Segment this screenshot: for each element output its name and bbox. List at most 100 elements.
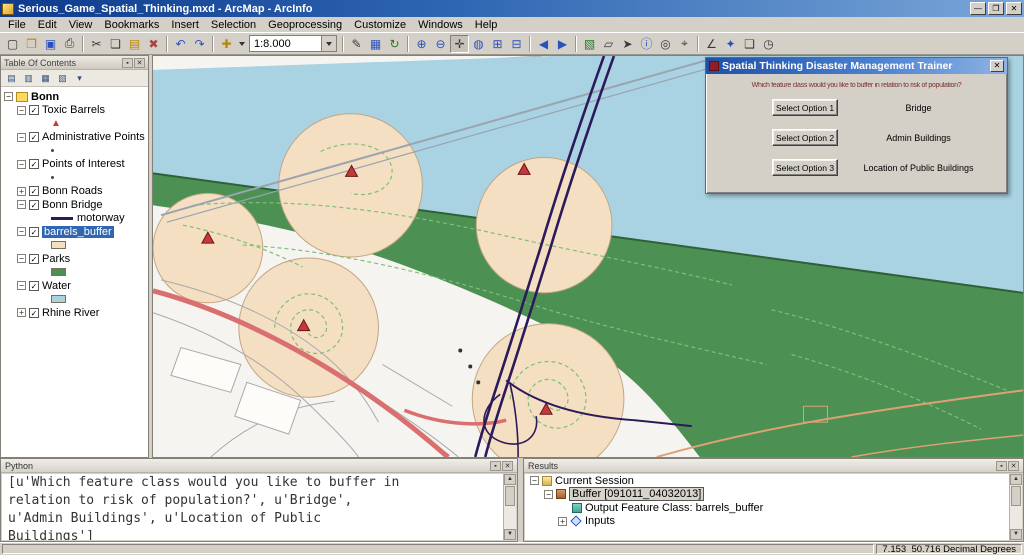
select-option-1-button[interactable]: Select Option 1 [772,99,838,116]
visibility-checkbox[interactable]: ✓ [29,200,39,210]
toc-item-rhine-river[interactable]: + ✓ Rhine River [1,306,148,320]
undo-icon[interactable]: ↶ [171,35,190,53]
save-icon[interactable]: ▣ [41,35,60,53]
scale-dropdown-icon[interactable] [321,36,336,51]
menu-item-help[interactable]: Help [469,18,504,32]
menu-item-file[interactable]: File [2,18,32,32]
expander-icon[interactable]: − [17,160,26,169]
menu-item-view[interactable]: View [63,18,99,32]
layer-label[interactable]: Administrative Points [42,131,145,143]
toc-pin-icon[interactable]: ▪ [122,58,133,68]
results-scrollbar[interactable]: ▲ ▼ [1009,474,1022,540]
editor-pencil-icon[interactable]: ✎ [347,35,366,53]
toc-item-water[interactable]: − ✓ Water [1,279,148,293]
list-by-selection-icon[interactable]: ▧ [55,71,70,85]
toc-item-bonn-bridge[interactable]: − ✓ Bonn Bridge [1,198,148,212]
visibility-checkbox[interactable]: ✓ [29,281,39,291]
expander-icon[interactable]: + [17,187,26,196]
add-data-dropdown-icon[interactable] [236,35,247,53]
toc-item-barrels-buffer[interactable]: − ✓ barrels_buffer [1,225,148,239]
toc-close-icon[interactable]: ✕ [134,58,145,68]
select-option-3-button[interactable]: Select Option 3 [772,159,838,176]
visibility-checkbox[interactable]: ✓ [29,227,39,237]
expander-icon[interactable]: − [17,281,26,290]
toc-item-points-of-interest[interactable]: − ✓ Points of Interest [1,158,148,172]
visibility-checkbox[interactable]: ✓ [29,186,39,196]
clear-selection-icon[interactable]: ▱ [599,35,618,53]
results-panel-header[interactable]: Results ▪ ✕ [524,459,1023,473]
expander-icon[interactable]: − [530,476,539,485]
forward-extent-icon[interactable]: ▶ [553,35,572,53]
layer-label[interactable]: Bonn Roads [42,185,103,197]
visibility-checkbox[interactable]: ✓ [29,159,39,169]
results-label[interactable]: Output Feature Class: barrels_buffer [585,502,763,514]
html-popup-icon[interactable]: ✦ [721,35,740,53]
results-close-icon[interactable]: ✕ [1008,461,1019,471]
results-item-output[interactable]: Output Feature Class: barrels_buffer [525,501,1022,515]
menu-item-geoprocessing[interactable]: Geoprocessing [262,18,348,32]
layer-label[interactable]: Toxic Barrels [42,104,105,116]
full-extent-icon[interactable]: ◍ [469,35,488,53]
identify-icon[interactable]: ⓘ [637,35,656,53]
results-item-current-session[interactable]: − Current Session [525,474,1022,488]
new-document-icon[interactable]: ▢ [3,35,22,53]
zoom-out-icon[interactable]: ⊖ [431,35,450,53]
list-by-visibility-icon[interactable]: ▦ [38,71,53,85]
fixed-zoom-out-icon[interactable]: ⊟ [507,35,526,53]
visibility-checkbox[interactable]: ✓ [29,132,39,142]
menu-item-insert[interactable]: Insert [165,18,205,32]
fixed-zoom-in-icon[interactable]: ⊞ [488,35,507,53]
scroll-thumb[interactable] [1011,486,1021,506]
time-slider-icon[interactable]: ◷ [759,35,778,53]
layer-label[interactable]: Points of Interest [42,158,125,170]
zoom-in-icon[interactable]: ⊕ [412,35,431,53]
toc-options-icon[interactable]: ▾ [72,71,87,85]
toc-item-bonn-roads[interactable]: + ✓ Bonn Roads [1,185,148,199]
results-label-selected[interactable]: Buffer [091011_04032013] [569,487,704,501]
results-label[interactable]: Inputs [585,515,615,527]
expander-icon[interactable]: + [17,308,26,317]
toc-item-toxic-barrels[interactable]: − ✓ Toxic Barrels [1,104,148,118]
add-data-icon[interactable]: ✚ [217,35,236,53]
expander-icon[interactable]: + [558,517,567,526]
measure-icon[interactable]: ∠ [702,35,721,53]
refresh-icon[interactable]: ↻ [385,35,404,53]
scroll-up-icon[interactable]: ▲ [504,474,516,485]
list-by-source-icon[interactable]: ▥ [21,71,36,85]
expander-icon[interactable]: − [17,133,26,142]
toc-item-parks[interactable]: − ✓ Parks [1,252,148,266]
visibility-checkbox[interactable]: ✓ [29,105,39,115]
minimize-button[interactable]: — [970,2,986,15]
find-icon[interactable]: ◎ [656,35,675,53]
pan-icon[interactable]: ✛ [450,35,469,53]
list-by-drawing-order-icon[interactable]: ▤ [4,71,19,85]
expander-icon[interactable]: − [4,92,13,101]
layer-label[interactable]: Parks [42,253,70,265]
go-to-xy-icon[interactable]: ⌖ [675,35,694,53]
menu-item-selection[interactable]: Selection [205,18,262,32]
results-label[interactable]: Current Session [555,475,634,487]
redo-icon[interactable]: ↷ [190,35,209,53]
select-option-2-button[interactable]: Select Option 2 [772,129,838,146]
select-elements-icon[interactable]: ➤ [618,35,637,53]
results-item-buffer[interactable]: − Buffer [091011_04032013] [525,488,1022,502]
scale-combo[interactable]: 1:8.000 [249,35,337,52]
menu-item-bookmarks[interactable]: Bookmarks [98,18,165,32]
visibility-checkbox[interactable]: ✓ [29,254,39,264]
dialog-title-bar[interactable]: Spatial Thinking Disaster Management Tra… [706,58,1007,74]
attribute-table-icon[interactable]: ▦ [366,35,385,53]
scroll-down-icon[interactable]: ▼ [1010,529,1022,540]
viewer-window-icon[interactable]: ❑ [740,35,759,53]
layer-label-selected[interactable]: barrels_buffer [42,226,114,238]
open-folder-icon[interactable]: ❐ [22,35,41,53]
python-pin-icon[interactable]: ▪ [490,461,501,471]
python-panel-header[interactable]: Python ▪ ✕ [1,459,517,473]
layer-label[interactable]: Bonn Bridge [42,199,103,211]
print-icon[interactable]: ⎙ [60,35,79,53]
layer-label[interactable]: Rhine River [42,307,99,319]
delete-icon[interactable]: ✖ [144,35,163,53]
close-button[interactable]: ✕ [1006,2,1022,15]
menu-item-windows[interactable]: Windows [412,18,469,32]
dialog-close-button[interactable]: ✕ [990,60,1004,72]
layer-label[interactable]: Water [42,280,71,292]
